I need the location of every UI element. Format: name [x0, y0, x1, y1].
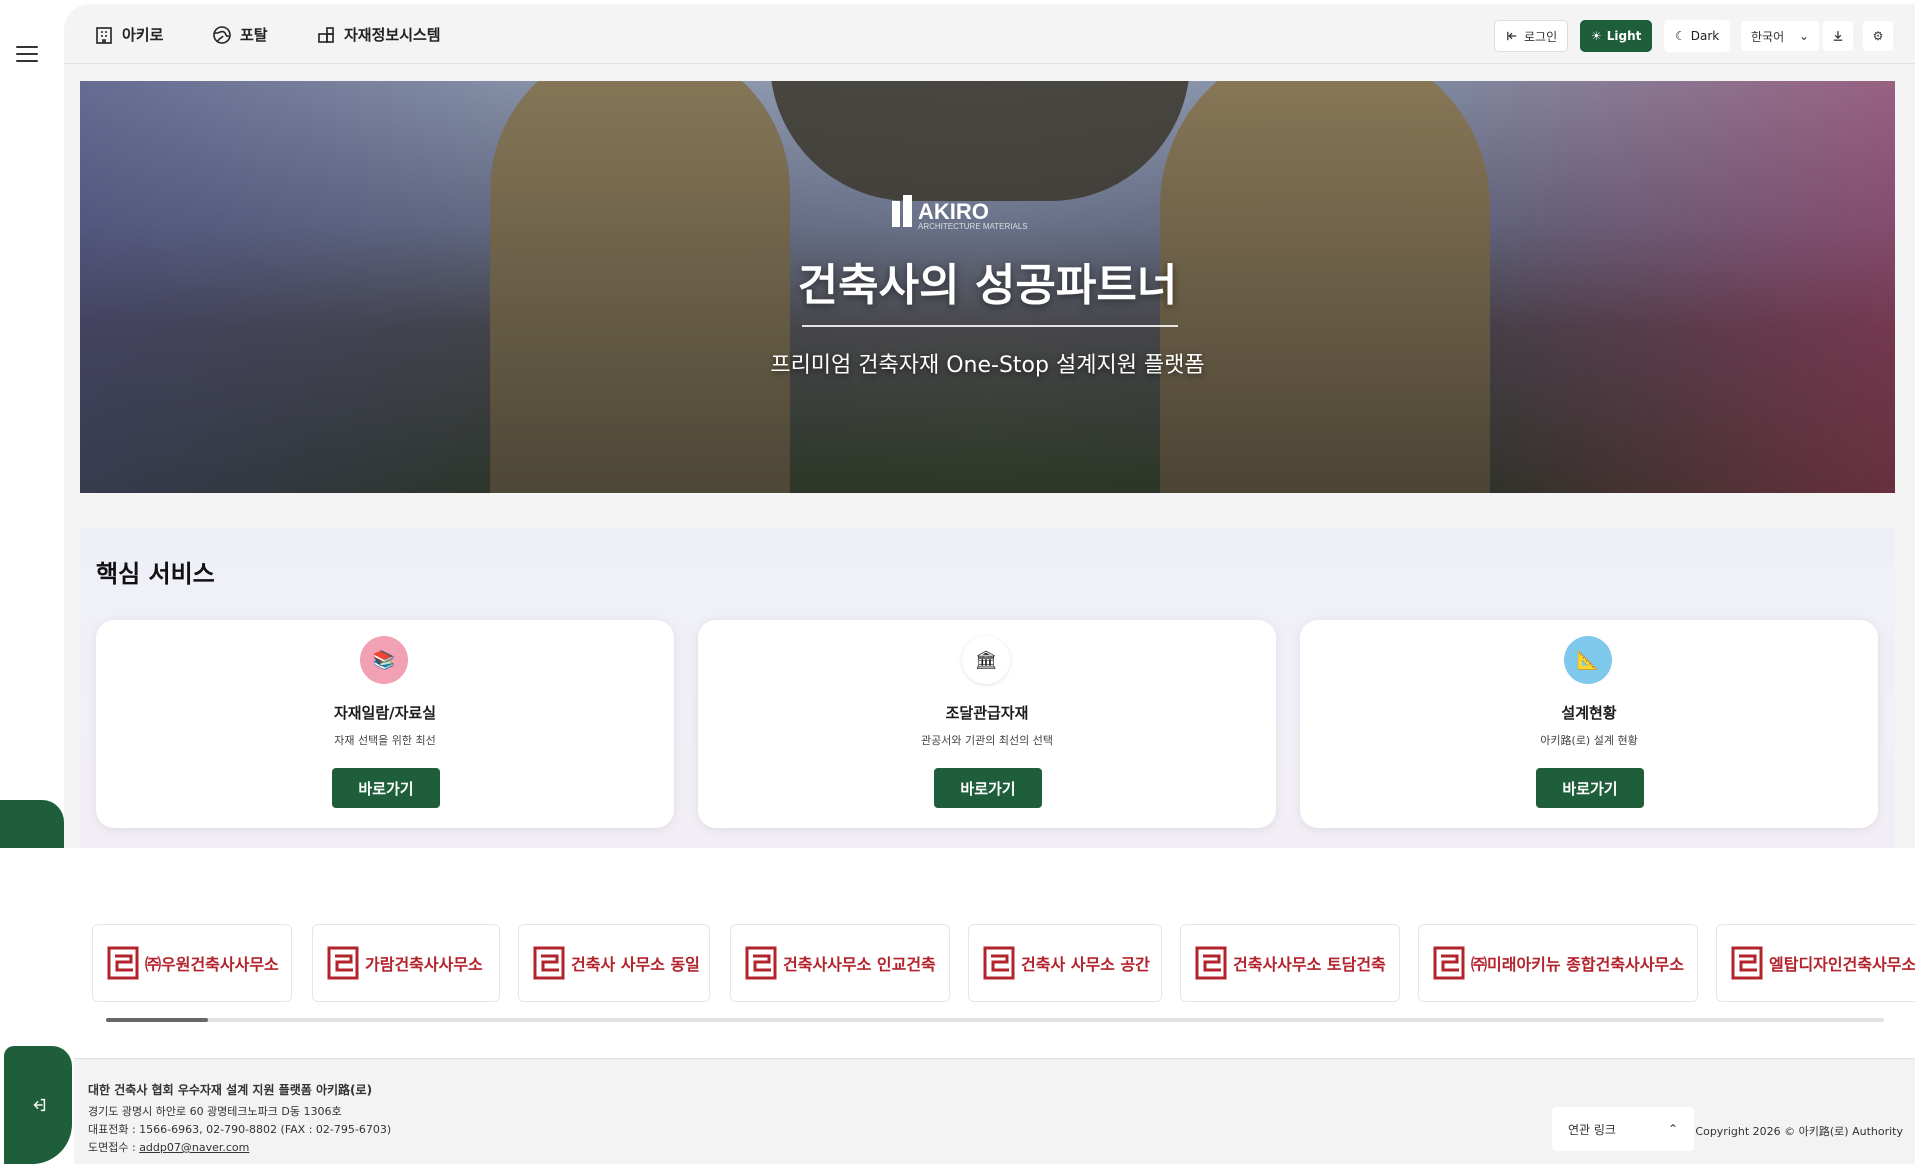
partner-chip[interactable]: 건축사 사무소 동일 — [518, 924, 710, 1002]
svg-text:AKIRO: AKIRO — [918, 199, 989, 224]
carousel-scrollbar[interactable] — [106, 1018, 1884, 1022]
hero-banner: AKIRO ARCHITECTURE MATERIALS 건축사의 성공파트너 … — [80, 81, 1895, 493]
books-icon: 📚 — [360, 636, 408, 684]
gear-icon: ⚙ — [1872, 29, 1884, 43]
partner-chip[interactable]: 엘탑디자인건축사무소 — [1716, 924, 1915, 1002]
partner-logo-icon — [533, 946, 565, 980]
grid-icon — [318, 26, 334, 43]
svg-text:ARCHITECTURE MATERIALS: ARCHITECTURE MATERIALS — [918, 222, 1028, 231]
hero-arch — [770, 81, 1190, 201]
nav-akiro-label: 아키로 — [122, 26, 164, 44]
footer-address: 경기도 광명시 하안로 60 광명테크노파크 D동 1306호 — [88, 1105, 342, 1118]
language-value: 한국어 — [1751, 29, 1785, 44]
partner-logo-icon — [983, 946, 1015, 980]
service-card-title: 조달관급자재 — [945, 704, 1029, 722]
chevron-up-icon: ⌃ — [1667, 1122, 1678, 1136]
related-links-select[interactable]: 연관 링크 ⌃ — [1552, 1107, 1694, 1151]
service-card-materials: 📚 자재일람/자료실 자재 선택을 위한 최선 바로가기 — [96, 620, 674, 828]
footer: 대한 건축사 협회 우수자재 설계 지원 플랫폼 아키路(로) 경기도 광명시 … — [74, 1058, 1915, 1164]
nav-material-system-label: 자재정보시스템 — [344, 26, 441, 44]
building-icon — [96, 26, 112, 44]
menu-icon[interactable] — [16, 46, 38, 62]
login-icon — [1507, 31, 1517, 41]
moon-icon: ☾ — [1675, 29, 1686, 43]
hero-subtitle: 프리미엄 건축자재 One-Stop 설계지원 플랫폼 — [770, 353, 1205, 378]
chevron-down-icon: ⌄ — [1798, 29, 1809, 43]
service-card-title: 자재일람/자료실 — [333, 704, 437, 722]
go-button-materials[interactable]: 바로가기 — [332, 768, 440, 808]
service-card-title: 설계현황 — [1561, 704, 1617, 722]
partner-logo-icon — [327, 946, 359, 980]
go-button-procurement[interactable]: 바로가기 — [934, 768, 1042, 808]
partner-chip[interactable]: 가람건축사사무소 — [312, 924, 500, 1002]
partner-name: ㈜미래아키뉴 종합건축사사무소 — [1471, 955, 1684, 974]
go-button-design-status[interactable]: 바로가기 — [1536, 768, 1644, 808]
government-building-icon: 🏛 — [962, 636, 1010, 684]
globe-icon — [213, 25, 231, 44]
core-services-section: 핵심 서비스 📚 자재일람/자료실 자재 선택을 위한 최선 바로가기 🏛 조달… — [80, 528, 1895, 848]
partner-name: 건축사 사무소 동일 — [571, 955, 700, 974]
partner-logo-icon — [1731, 946, 1763, 980]
rail-logout-panel[interactable] — [4, 1046, 72, 1164]
login-button[interactable]: 로그인 — [1494, 20, 1569, 52]
sun-icon: ☀ — [1591, 29, 1602, 43]
partner-name: 건축사 사무소 공간 — [1021, 955, 1150, 974]
service-card-desc: 자재 선택을 위한 최선 — [334, 734, 436, 747]
service-card-desc: 관공서와 기관의 최선의 선택 — [921, 734, 1053, 747]
partner-name: 건축사사무소 인교건축 — [783, 955, 936, 974]
footer-email-line: 도면접수 : addp07@naver.com — [88, 1139, 249, 1155]
nav-material-system[interactable]: 자재정보시스템 — [316, 24, 441, 45]
download-button[interactable] — [1822, 20, 1854, 52]
light-label: Light — [1606, 29, 1642, 43]
light-mode-button[interactable]: ☀ Light — [1580, 20, 1653, 52]
akiro-logo: AKIRO ARCHITECTURE MATERIALS — [892, 195, 1028, 231]
dark-mode-button[interactable]: ☾ Dark — [1664, 20, 1731, 52]
footer-email-link[interactable]: addp07@naver.com — [139, 1141, 249, 1154]
partner-logo-icon — [1195, 946, 1227, 980]
settings-button[interactable]: ⚙ — [1862, 20, 1894, 52]
service-card-desc: 아키路(로) 설계 현황 — [1540, 734, 1638, 747]
service-card-design-status: 📐 설계현황 아키路(로) 설계 현황 바로가기 — [1300, 620, 1878, 828]
nav-portal-label: 포탈 — [240, 26, 268, 44]
partner-carousel[interactable]: ㈜우원건축사사무소 가람건축사사무소 건축사 사무소 동일 건축사사무소 인교건… — [74, 894, 1915, 1044]
rail-tab[interactable] — [0, 800, 64, 848]
footer-phone: 대표전화 : 1566-6963, 02-790-8802 (FAX : 02-… — [88, 1123, 392, 1136]
partner-name: 건축사사무소 토담건축 — [1233, 955, 1386, 974]
dark-label: Dark — [1690, 29, 1720, 43]
footer-org: 대한 건축사 협회 우수자재 설계 지원 플랫폼 아키路(로) — [88, 1083, 373, 1097]
hero-title: 건축사의 성공파트너 — [797, 260, 1178, 311]
partner-chip[interactable]: ㈜우원건축사사무소 — [92, 924, 292, 1002]
partner-name: ㈜우원건축사사무소 — [145, 955, 279, 974]
partner-name: 엘탑디자인건축사무소 — [1769, 955, 1915, 974]
hero-divider — [802, 325, 1178, 327]
download-icon — [1833, 31, 1843, 41]
footer-email-prefix: 도면접수 : — [88, 1141, 140, 1154]
login-label: 로그인 — [1524, 29, 1558, 44]
services-title: 핵심 서비스 — [96, 560, 215, 588]
language-select[interactable]: 한국어 ⌄ — [1740, 20, 1820, 52]
partner-logo-icon — [745, 946, 777, 980]
partner-chip[interactable]: ㈜미래아키뉴 종합건축사사무소 — [1418, 924, 1698, 1002]
service-card-procurement: 🏛 조달관급자재 관공서와 기관의 최선의 선택 바로가기 — [698, 620, 1276, 828]
nav-portal[interactable]: 포탈 — [212, 24, 268, 45]
partner-chip[interactable]: 건축사사무소 토담건축 — [1180, 924, 1400, 1002]
carousel-scroll-thumb[interactable] — [106, 1018, 208, 1022]
nav-akiro[interactable]: 아키로 — [94, 24, 163, 45]
left-rail — [0, 0, 72, 1164]
main-shell: 아키로 포탈 자재정보시스템 로그인 ☀ Light ☾ Dark 한국어 ⌄ — [64, 4, 1915, 848]
drafting-triangle-icon: 📐 — [1564, 636, 1612, 684]
partner-logo-icon — [107, 946, 139, 980]
partner-chip[interactable]: 건축사 사무소 공간 — [968, 924, 1162, 1002]
related-links-label: 연관 링크 — [1568, 1122, 1616, 1137]
partner-chip[interactable]: 건축사사무소 인교건축 — [730, 924, 950, 1002]
partner-name: 가람건축사사무소 — [365, 955, 483, 974]
logout-icon[interactable] — [30, 1096, 48, 1114]
partner-logo-icon — [1433, 946, 1465, 980]
top-bar: 아키로 포탈 자재정보시스템 로그인 ☀ Light ☾ Dark 한국어 ⌄ — [64, 4, 1915, 64]
copyright: Copyright 2026 © 아키路(로) Authority — [1695, 1125, 1903, 1138]
